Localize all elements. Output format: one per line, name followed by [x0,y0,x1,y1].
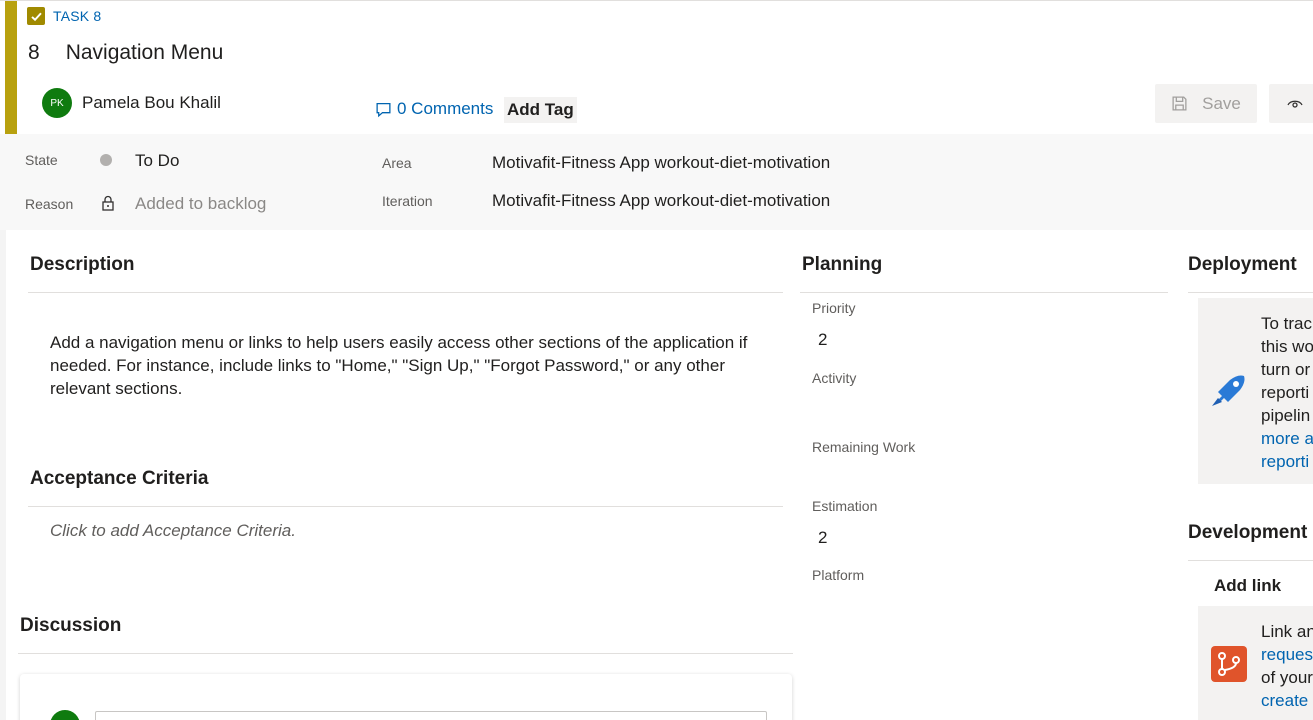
left-gutter [0,230,6,720]
comments-link[interactable]: 0 Comments [375,99,493,119]
development-create-link[interactable]: create [1261,689,1313,712]
development-pull-request-link[interactable]: reques [1261,643,1313,666]
git-pull-request-icon [1211,646,1247,682]
deployment-reporting-link[interactable]: reporti [1261,450,1313,473]
title-row: 8 Navigation Menu [28,41,223,65]
add-tag-button[interactable]: Add Tag [504,97,577,123]
development-text: Link an reques of your create [1261,620,1313,712]
planning-heading: Planning [802,254,883,275]
development-divider [1188,560,1313,561]
development-line-2: of your [1261,668,1313,687]
remaining-work-label: Remaining Work [812,439,916,455]
priority-label: Priority [812,300,856,316]
state-indicator-dot [100,154,112,166]
area-label: Area [382,155,412,171]
reason-field: Added to backlog [135,194,267,213]
deployment-text: To trac this wo turn or reporti pipelin … [1261,312,1313,473]
deployment-line-1: To trac [1261,314,1313,333]
area-field[interactable]: Motivafit-Fitness App workout-diet-motiv… [492,153,830,173]
work-item-title[interactable]: Navigation Menu [66,41,224,65]
work-item-type-color-bar [5,1,17,135]
work-item-header: TASK 8 8 Navigation Menu PK Pamela Bou K… [0,0,1313,135]
description-field[interactable]: Add a navigation menu or links to help u… [50,331,765,400]
reason-label: Reason [25,196,74,212]
deployment-divider [1188,292,1313,293]
platform-label: Platform [812,567,865,583]
follow-button[interactable] [1269,84,1313,123]
acceptance-criteria-heading: Acceptance Criteria [30,468,209,489]
discussion-divider [18,653,793,654]
priority-field[interactable]: 2 [818,330,827,350]
deployment-line-5: pipelin [1261,406,1311,425]
eye-icon [1287,100,1303,108]
development-heading: Development [1188,522,1308,543]
platform-field[interactable] [812,591,1152,621]
work-item-form: TASK 8 8 Navigation Menu PK Pamela Bou K… [0,0,1313,720]
comment-icon [376,102,391,117]
pipelines-rocket-icon [1212,375,1245,406]
deployment-line-2: this wo [1261,337,1313,356]
comments-count: 0 Comments [397,99,494,118]
description-divider [28,292,783,293]
assignee-name: Pamela Bou Khalil [82,93,221,112]
activity-field[interactable] [812,394,1152,424]
discussion-heading: Discussion [20,615,122,636]
state-field[interactable]: To Do [135,151,179,171]
deployment-heading: Deployment [1188,254,1297,275]
state-label: State [25,152,58,168]
discussion-input[interactable] [95,711,767,720]
header-fields-panel [0,134,1313,230]
iteration-field[interactable]: Motivafit-Fitness App workout-diet-motiv… [492,191,830,211]
planning-divider [800,292,1168,293]
remaining-work-field[interactable] [812,463,1152,493]
save-button[interactable]: Save [1155,84,1257,123]
development-line-1: Link an [1261,622,1313,641]
description-heading: Description [30,254,135,275]
estimation-label: Estimation [812,498,878,514]
estimation-field[interactable]: 2 [818,528,827,548]
acceptance-criteria-field[interactable]: Click to add Acceptance Criteria. [50,521,296,541]
deployment-line-3: turn or [1261,360,1311,379]
add-link-button[interactable]: Add link [1214,576,1281,596]
work-item-type: TASK 8 [27,7,101,25]
work-item-id: 8 [28,41,40,64]
deployment-learn-more-link[interactable]: more a [1261,427,1313,450]
avatar: PK [42,88,72,118]
save-label: Save [1202,93,1241,113]
activity-label: Activity [812,370,857,386]
save-icon [1172,96,1187,111]
deployment-line-4: reporti [1261,383,1310,402]
assignee-picker[interactable]: PK Pamela Bou Khalil [42,88,221,118]
acceptance-divider [28,506,783,507]
lock-icon [102,195,114,211]
work-item-type-label[interactable]: TASK 8 [53,8,101,24]
task-checkbox-icon [27,7,45,25]
iteration-label: Iteration [382,193,433,209]
